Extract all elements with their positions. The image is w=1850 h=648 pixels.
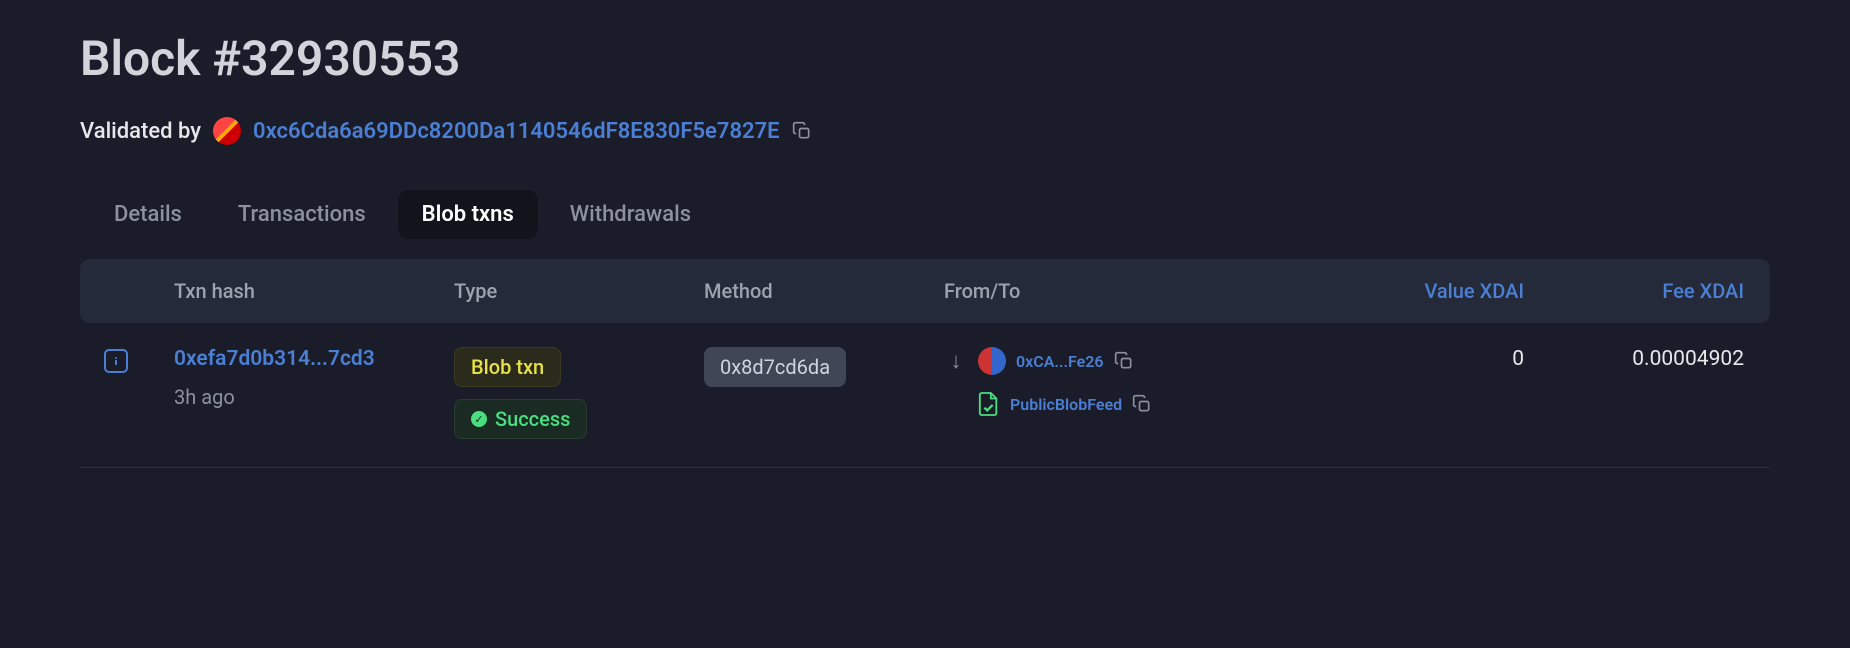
type-cell: Blob txn ✓ Success xyxy=(454,347,704,439)
validator-address-link[interactable]: 0xc6Cda6a69DDc8200Da1140546dF8E830F5e782… xyxy=(253,119,780,144)
to-address-row: PublicBlobFeed xyxy=(944,391,1324,417)
copy-icon[interactable] xyxy=(1114,351,1134,371)
status-label: Success xyxy=(495,407,570,431)
page-title: Block #32930553 xyxy=(80,30,1770,87)
th-value[interactable]: Value XDAI xyxy=(1324,279,1524,303)
table-row: 0xefa7d0b314...7cd3 3h ago Blob txn ✓ Su… xyxy=(80,323,1770,468)
arrow-down-icon: ↓ xyxy=(944,348,968,374)
validated-by-label: Validated by xyxy=(80,119,201,144)
check-icon: ✓ xyxy=(471,411,487,427)
tab-details[interactable]: Details xyxy=(90,190,206,239)
from-address-row: ↓ 0xCA...Fe26 xyxy=(944,347,1324,375)
from-to-cell: ↓ 0xCA...Fe26 xyxy=(944,347,1324,417)
value-cell: 0 xyxy=(1324,347,1524,371)
type-badge: Blob txn xyxy=(454,347,561,387)
table-header: Txn hash Type Method From/To Value XDAI … xyxy=(80,259,1770,323)
time-ago: 3h ago xyxy=(174,385,454,409)
th-fee[interactable]: Fee XDAI xyxy=(1524,279,1744,303)
th-txn-hash: Txn hash xyxy=(174,279,454,303)
th-method: Method xyxy=(704,279,944,303)
from-blockie-icon xyxy=(978,347,1006,375)
th-from-to: From/To xyxy=(944,279,1324,303)
copy-icon[interactable] xyxy=(792,121,812,141)
table-container: Txn hash Type Method From/To Value XDAI … xyxy=(80,259,1770,468)
txn-hash-cell: 0xefa7d0b314...7cd3 3h ago xyxy=(174,347,454,409)
info-icon[interactable] xyxy=(104,349,128,373)
tab-transactions[interactable]: Transactions xyxy=(214,190,390,239)
tab-withdrawals[interactable]: Withdrawals xyxy=(546,190,715,239)
status-badge: ✓ Success xyxy=(454,399,587,439)
method-badge: 0x8d7cd6da xyxy=(704,347,846,387)
tabs-container: Details Transactions Blob txns Withdrawa… xyxy=(80,190,1770,239)
to-address-link[interactable]: PublicBlobFeed xyxy=(1010,395,1122,414)
validator-blockie-icon xyxy=(213,117,241,145)
tab-blob-txns[interactable]: Blob txns xyxy=(398,190,538,239)
fee-cell: 0.00004902 xyxy=(1524,347,1744,371)
contract-icon xyxy=(978,391,1000,417)
th-type: Type xyxy=(454,279,704,303)
validator-row: Validated by 0xc6Cda6a69DDc8200Da1140546… xyxy=(80,117,1770,145)
copy-icon[interactable] xyxy=(1132,394,1152,414)
txn-hash-link[interactable]: 0xefa7d0b314...7cd3 xyxy=(174,347,454,371)
from-address-link[interactable]: 0xCA...Fe26 xyxy=(1016,352,1104,371)
